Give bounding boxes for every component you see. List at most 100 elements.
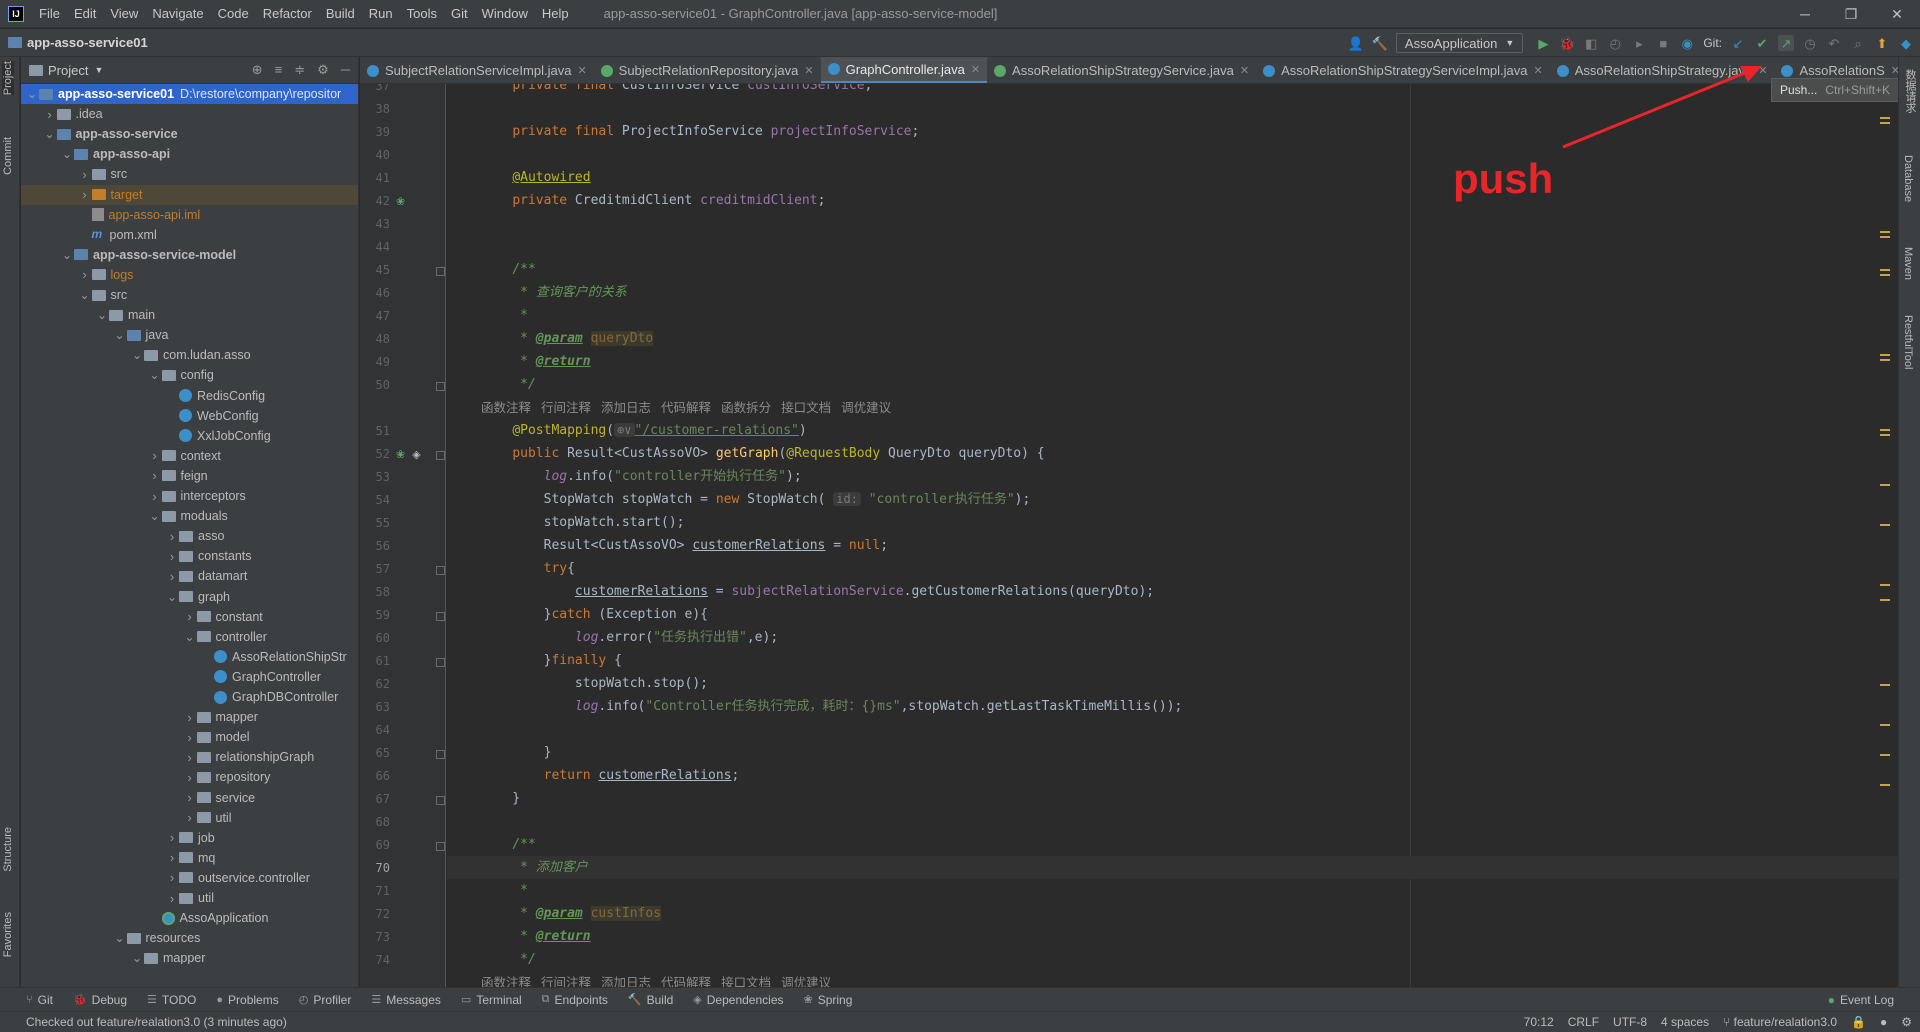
chevron-right-icon[interactable]: ›	[183, 770, 197, 785]
code-line[interactable]: stopWatch.start();	[481, 511, 685, 534]
code-line[interactable]: log.error("任务执行出错",e);	[481, 626, 778, 649]
tree-item[interactable]: GraphController	[21, 667, 358, 687]
scrollbar-marker[interactable]	[1880, 584, 1890, 586]
tree-item[interactable]: ›context	[21, 446, 358, 466]
toolwindow-build[interactable]: 🔨Build	[628, 993, 673, 1007]
chevron-down-icon[interactable]: ⌄	[165, 590, 179, 604]
code-line[interactable]: /**	[481, 258, 536, 281]
tree-item[interactable]: ›relationshipGraph	[21, 747, 358, 767]
fold-marker-icon[interactable]	[436, 612, 445, 621]
ai-action-link[interactable]: 代码解释	[661, 401, 711, 415]
code-line[interactable]: * 添加客户	[481, 856, 588, 879]
ai-action-link[interactable]: 函数拆分	[721, 401, 771, 415]
editor-tab[interactable]: AssoRelationShipStrategy.java✕	[1550, 57, 1775, 84]
line-separator[interactable]: CRLF	[1568, 1015, 1599, 1029]
code-line[interactable]: private final ProjectInfoService project…	[481, 120, 919, 143]
editor-tab[interactable]: SubjectRelationRepository.java✕	[594, 57, 821, 84]
fold-marker-icon[interactable]	[436, 267, 445, 276]
run-configuration-select[interactable]: AssoApplication ▼	[1396, 33, 1523, 53]
tree-item[interactable]: AssoRelationShipStr	[21, 647, 358, 667]
data-request-tool-tab[interactable]: 数据请求	[1902, 69, 1918, 113]
editor-tab[interactable]: GraphController.java✕	[821, 57, 987, 84]
tree-item[interactable]: ›datamart	[21, 566, 358, 586]
scrollbar-marker[interactable]	[1880, 269, 1890, 271]
menu-edit[interactable]: Edit	[67, 6, 103, 21]
code-line[interactable]: try{	[481, 557, 575, 580]
tree-item[interactable]: ⌄app-asso-api	[21, 144, 358, 164]
toolwindow-profiler[interactable]: ◴Profiler	[299, 993, 352, 1007]
tree-item[interactable]: ›asso	[21, 526, 358, 546]
chevron-right-icon[interactable]: ›	[183, 810, 197, 825]
collapse-all-icon[interactable]: ≑	[294, 62, 305, 78]
code-line[interactable]: private final CustInfoService custInfoSe…	[481, 84, 872, 97]
code-line[interactable]: log.info("controller开始执行任务");	[481, 465, 802, 488]
code-line[interactable]: }	[481, 741, 551, 764]
fold-marker-icon[interactable]	[436, 796, 445, 805]
chevron-right-icon[interactable]: ›	[148, 448, 162, 463]
gear-icon[interactable]: ⚙	[317, 62, 329, 78]
toolwindow-todo[interactable]: ☰TODO	[147, 993, 196, 1007]
code-line[interactable]: Result<CustAssoVO> customerRelations = n…	[481, 534, 888, 557]
update-project-icon[interactable]: ↙	[1730, 35, 1746, 51]
scrollbar-marker[interactable]	[1880, 274, 1890, 276]
tree-item[interactable]: ⌄com.ludan.asso	[21, 345, 358, 365]
ai-action-link[interactable]: 代码解释	[661, 976, 711, 987]
ide-features-icon[interactable]: ◆	[1898, 35, 1914, 51]
chevron-right-icon[interactable]: ›	[183, 750, 197, 765]
code-line[interactable]: public Result<CustAssoVO> getGraph(@Requ…	[481, 442, 1045, 465]
tree-item[interactable]: ›outservice.controller	[21, 868, 358, 888]
toolwindow-dependencies[interactable]: ◈Dependencies	[693, 993, 783, 1007]
toolwindow-messages[interactable]: ☰Messages	[371, 993, 441, 1007]
menu-tools[interactable]: Tools	[400, 6, 444, 21]
chevron-right-icon[interactable]: ›	[43, 107, 57, 122]
ai-action-link[interactable]: 接口文档	[721, 976, 771, 987]
chevron-down-icon[interactable]: ⌄	[43, 127, 57, 141]
code-line[interactable]: }finally {	[481, 649, 622, 672]
tree-item[interactable]: ⌄app-asso-service01D:\restore\company\re…	[21, 84, 358, 104]
chevron-down-icon[interactable]: ⌄	[113, 328, 127, 342]
tree-item[interactable]: ⌄config	[21, 365, 358, 385]
plugin-icon[interactable]: ◉	[1679, 35, 1695, 51]
code-line[interactable]: *	[481, 879, 528, 902]
maven-tool-tab[interactable]: Maven	[1902, 247, 1914, 280]
chevron-down-icon[interactable]: ⌄	[113, 931, 127, 945]
ai-action-link[interactable]: 接口文档	[781, 401, 831, 415]
fold-marker-icon[interactable]	[436, 750, 445, 759]
tree-item[interactable]: ›mapper	[21, 707, 358, 727]
ai-action-link[interactable]: 添加日志	[601, 976, 651, 987]
chevron-right-icon[interactable]: ›	[165, 830, 179, 845]
fold-marker-icon[interactable]	[436, 451, 445, 460]
code-line[interactable]: * @return	[481, 350, 591, 373]
code-line[interactable]: private CreditmidClient creditmidClient;	[481, 189, 825, 212]
toolwindow-terminal[interactable]: ▭Terminal	[461, 993, 522, 1007]
tree-item[interactable]: ›service	[21, 788, 358, 808]
ai-action-link[interactable]: 行间注释	[541, 401, 591, 415]
chevron-right-icon[interactable]: ›	[78, 167, 92, 182]
code-line[interactable]: customerRelations = subjectRelationServi…	[481, 580, 1154, 603]
scrollbar-marker[interactable]	[1880, 429, 1890, 431]
scrollbar-marker[interactable]	[1880, 231, 1890, 233]
scrollbar-marker[interactable]	[1880, 434, 1890, 436]
stop-icon[interactable]: ■	[1655, 35, 1671, 51]
update-available-icon[interactable]: ⬆	[1874, 35, 1890, 51]
fold-marker-icon[interactable]	[436, 842, 445, 851]
tree-item[interactable]: ›util	[21, 888, 358, 908]
chevron-down-icon[interactable]: ⌄	[60, 248, 74, 262]
close-tab-icon[interactable]: ✕	[804, 64, 813, 77]
close-tab-icon[interactable]: ✕	[971, 63, 980, 76]
menu-refactor[interactable]: Refactor	[256, 6, 319, 21]
profile-icon[interactable]: ◴	[1607, 35, 1623, 51]
code-line[interactable]: }	[481, 787, 520, 810]
search-icon[interactable]: ⌕	[1850, 35, 1866, 51]
scrollbar-marker[interactable]	[1880, 684, 1890, 686]
project-tool-tab[interactable]: Project	[2, 61, 14, 95]
code-editor[interactable]: 37 private final CustInfoService custInf…	[360, 84, 1898, 987]
code-line[interactable]: return customerRelations;	[481, 764, 739, 787]
tree-item[interactable]: AssoApplication	[21, 908, 358, 928]
tree-item[interactable]: ⌄app-asso-service	[21, 124, 358, 144]
project-view-select[interactable]: Project ▼	[29, 63, 103, 78]
bean-icon[interactable]: ❀	[394, 196, 407, 209]
toolwindow-git[interactable]: ⑂Git	[26, 993, 53, 1007]
menu-navigate[interactable]: Navigate	[145, 6, 210, 21]
tree-item[interactable]: ⌄src	[21, 285, 358, 305]
